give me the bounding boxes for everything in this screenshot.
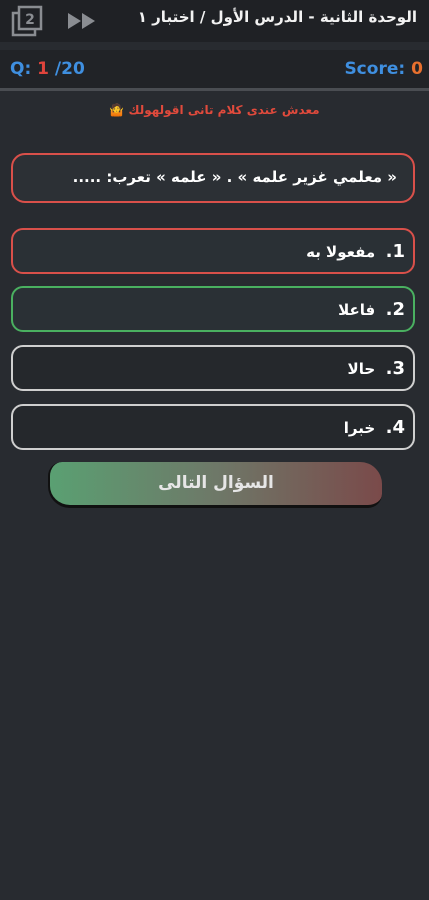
option-4-label: 4. خبرا: [344, 417, 405, 438]
option-1-text: مفعولا به: [306, 243, 376, 261]
option-3-label: 3. حالا: [348, 358, 405, 379]
tagline: معدش عندى كلام تانى اقولهولك 🤷: [0, 103, 429, 117]
option-2-text: فاعلا: [338, 301, 376, 319]
option-2-number: 2.: [385, 299, 405, 320]
option-4-text: خبرا: [343, 419, 376, 437]
score-value: 0: [411, 59, 423, 79]
option-3-text: حالا: [347, 360, 376, 378]
question-text: « معلمي غزير علمه » . « علمه » تعرب: ...…: [72, 168, 397, 186]
option-3[interactable]: 3. حالا: [11, 345, 415, 391]
option-1[interactable]: 1. مفعولا به: [11, 228, 415, 274]
svg-text:2: 2: [25, 12, 35, 28]
question-counter: Q: 1 /20: [10, 59, 85, 79]
tagline-text: معدش عندى كلام تانى اقولهولك: [128, 103, 320, 117]
top-bar: 2 الوحدة الثانية - الدرس الأول / اختبار …: [0, 0, 429, 42]
status-bar: Q: 1 /20 Score: 0: [0, 50, 429, 91]
option-2-label: 2. فاعلا: [338, 299, 405, 320]
next-question-label: السؤال التالى: [158, 473, 274, 493]
question-counter-prefix: Q:: [10, 59, 38, 79]
option-2[interactable]: 2. فاعلا: [11, 286, 415, 332]
option-3-number: 3.: [385, 358, 405, 379]
option-4[interactable]: 4. خبرا: [11, 404, 415, 450]
fast-forward-icon[interactable]: [66, 11, 98, 31]
page-title: الوحدة الثانية - الدرس الأول / اختبار ١: [137, 8, 417, 26]
stack-icon[interactable]: 2: [11, 5, 45, 39]
question-current: 1: [37, 59, 50, 79]
shrug-icon: 🤷: [109, 103, 125, 117]
option-4-number: 4.: [385, 417, 405, 438]
question-total: /20: [49, 59, 85, 79]
question-card: « معلمي غزير علمه » . « علمه » تعرب: ...…: [11, 153, 415, 203]
option-1-number: 1.: [385, 241, 405, 262]
score-display: Score: 0: [344, 59, 423, 79]
score-label: Score:: [344, 59, 406, 79]
next-question-button[interactable]: السؤال التالى: [48, 462, 382, 508]
option-1-label: 1. مفعولا به: [306, 241, 405, 262]
